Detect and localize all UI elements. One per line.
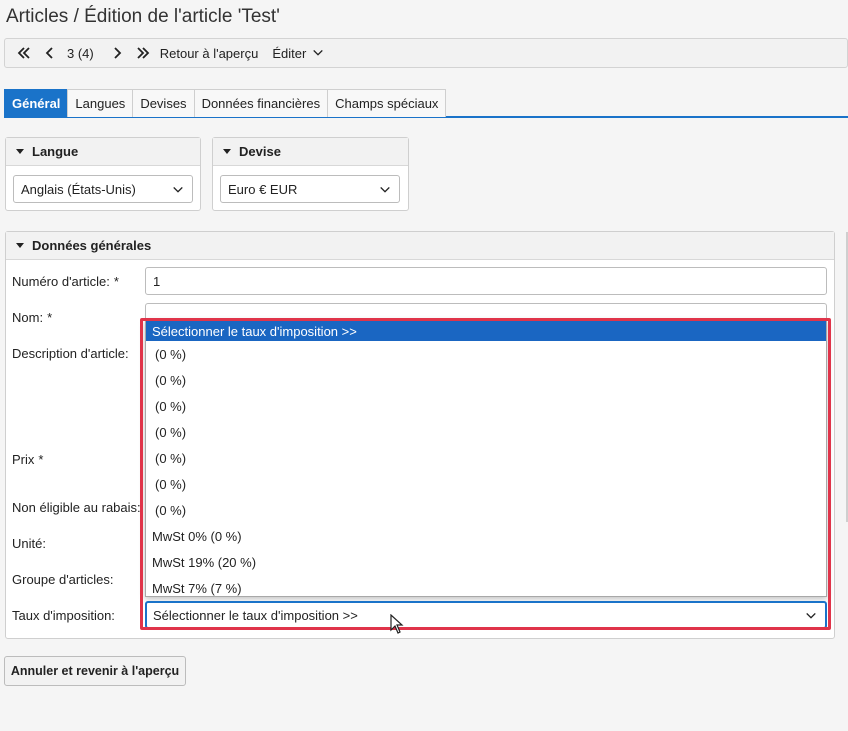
dropdown-option[interactable]: MwSt 0% (0 %) — [146, 523, 826, 549]
dropdown-option[interactable]: (0 %) — [146, 341, 826, 367]
general-data-panel-header[interactable]: Données générales — [6, 232, 834, 260]
edit-menu-label: Éditer — [272, 45, 307, 61]
dropdown-option[interactable]: Sélectionner le taux d'imposition >> — [146, 321, 826, 341]
language-panel-header[interactable]: Langue — [6, 138, 200, 166]
article-number-input[interactable]: 1 — [145, 267, 827, 295]
article-number-value: 1 — [153, 273, 161, 289]
tax-rate-select[interactable]: Sélectionner le taux d'imposition >> — [145, 601, 827, 629]
cancel-and-return-button[interactable]: Annuler et revenir à l'aperçu — [4, 656, 186, 686]
mouse-cursor-icon — [390, 614, 404, 634]
language-select-value: Anglais (États-Unis) — [21, 181, 136, 197]
tab-financial-data[interactable]: Données financières — [193, 89, 329, 117]
tax-rate-select-value: Sélectionner le taux d'imposition >> — [153, 607, 358, 623]
next-record-icon[interactable] — [108, 42, 126, 64]
chevron-down-icon — [380, 186, 390, 193]
description-label: Description d'article: — [12, 346, 129, 361]
currency-panel: Devise Euro € EUR — [212, 137, 409, 211]
unit-label: Unité: — [12, 536, 46, 551]
tab-bar: Général Langues Devises Données financiè… — [4, 89, 848, 118]
tab-languages[interactable]: Langues — [67, 89, 134, 117]
edit-menu-button[interactable]: Éditer — [272, 42, 324, 64]
dropdown-option[interactable]: MwSt 19% (20 %) — [146, 549, 826, 575]
record-position: 3 (4) — [67, 45, 94, 61]
language-panel-title: Langue — [32, 144, 79, 159]
last-record-icon[interactable] — [134, 42, 152, 64]
dropdown-option[interactable]: (0 %) — [146, 419, 826, 445]
currency-panel-title: Devise — [239, 144, 281, 159]
first-record-icon[interactable] — [15, 42, 33, 64]
record-toolbar: 3 (4) Retour à l'aperçu Éditer — [4, 38, 848, 68]
article-group-label: Groupe d'articles: — [12, 572, 114, 587]
collapse-caret-icon — [16, 243, 24, 248]
discount-ineligible-label: Non éligible au rabais: — [12, 500, 141, 515]
back-to-overview-button[interactable]: Retour à l'aperçu — [160, 42, 259, 64]
chevron-down-icon — [806, 612, 816, 619]
collapse-caret-icon — [16, 149, 24, 154]
dropdown-option[interactable]: (0 %) — [146, 445, 826, 471]
dropdown-option[interactable]: (0 %) — [146, 367, 826, 393]
tab-currencies[interactable]: Devises — [132, 89, 195, 117]
dropdown-option[interactable]: (0 %) — [146, 497, 826, 523]
tab-special-fields[interactable]: Champs spéciaux — [327, 89, 447, 117]
price-label: Prix * — [12, 452, 44, 467]
currency-select[interactable]: Euro € EUR — [220, 175, 400, 203]
collapse-caret-icon — [223, 149, 231, 154]
currency-panel-header[interactable]: Devise — [213, 138, 408, 166]
currency-select-value: Euro € EUR — [228, 181, 298, 197]
tax-rate-label: Taux d'imposition: — [12, 608, 115, 623]
language-select[interactable]: Anglais (États-Unis) — [13, 175, 193, 203]
general-data-panel-title: Données générales — [32, 238, 152, 253]
chevron-down-icon — [313, 49, 324, 56]
tab-general[interactable]: Général — [4, 89, 69, 117]
previous-record-icon[interactable] — [41, 42, 59, 64]
language-panel: Langue Anglais (États-Unis) — [5, 137, 201, 211]
dropdown-option[interactable]: (0 %) — [146, 471, 826, 497]
dropdown-option[interactable]: (0 %) — [146, 393, 826, 419]
name-label: Nom: * — [12, 310, 53, 325]
page-title: Articles / Édition de l'article 'Test' — [6, 6, 280, 27]
chevron-down-icon — [173, 186, 183, 193]
article-number-label: Numéro d'article: * — [12, 274, 119, 289]
dropdown-option[interactable]: MwSt 7% (7 %) — [146, 575, 826, 601]
tax-rate-dropdown-list: Sélectionner le taux d'imposition >> (0 … — [145, 320, 827, 597]
